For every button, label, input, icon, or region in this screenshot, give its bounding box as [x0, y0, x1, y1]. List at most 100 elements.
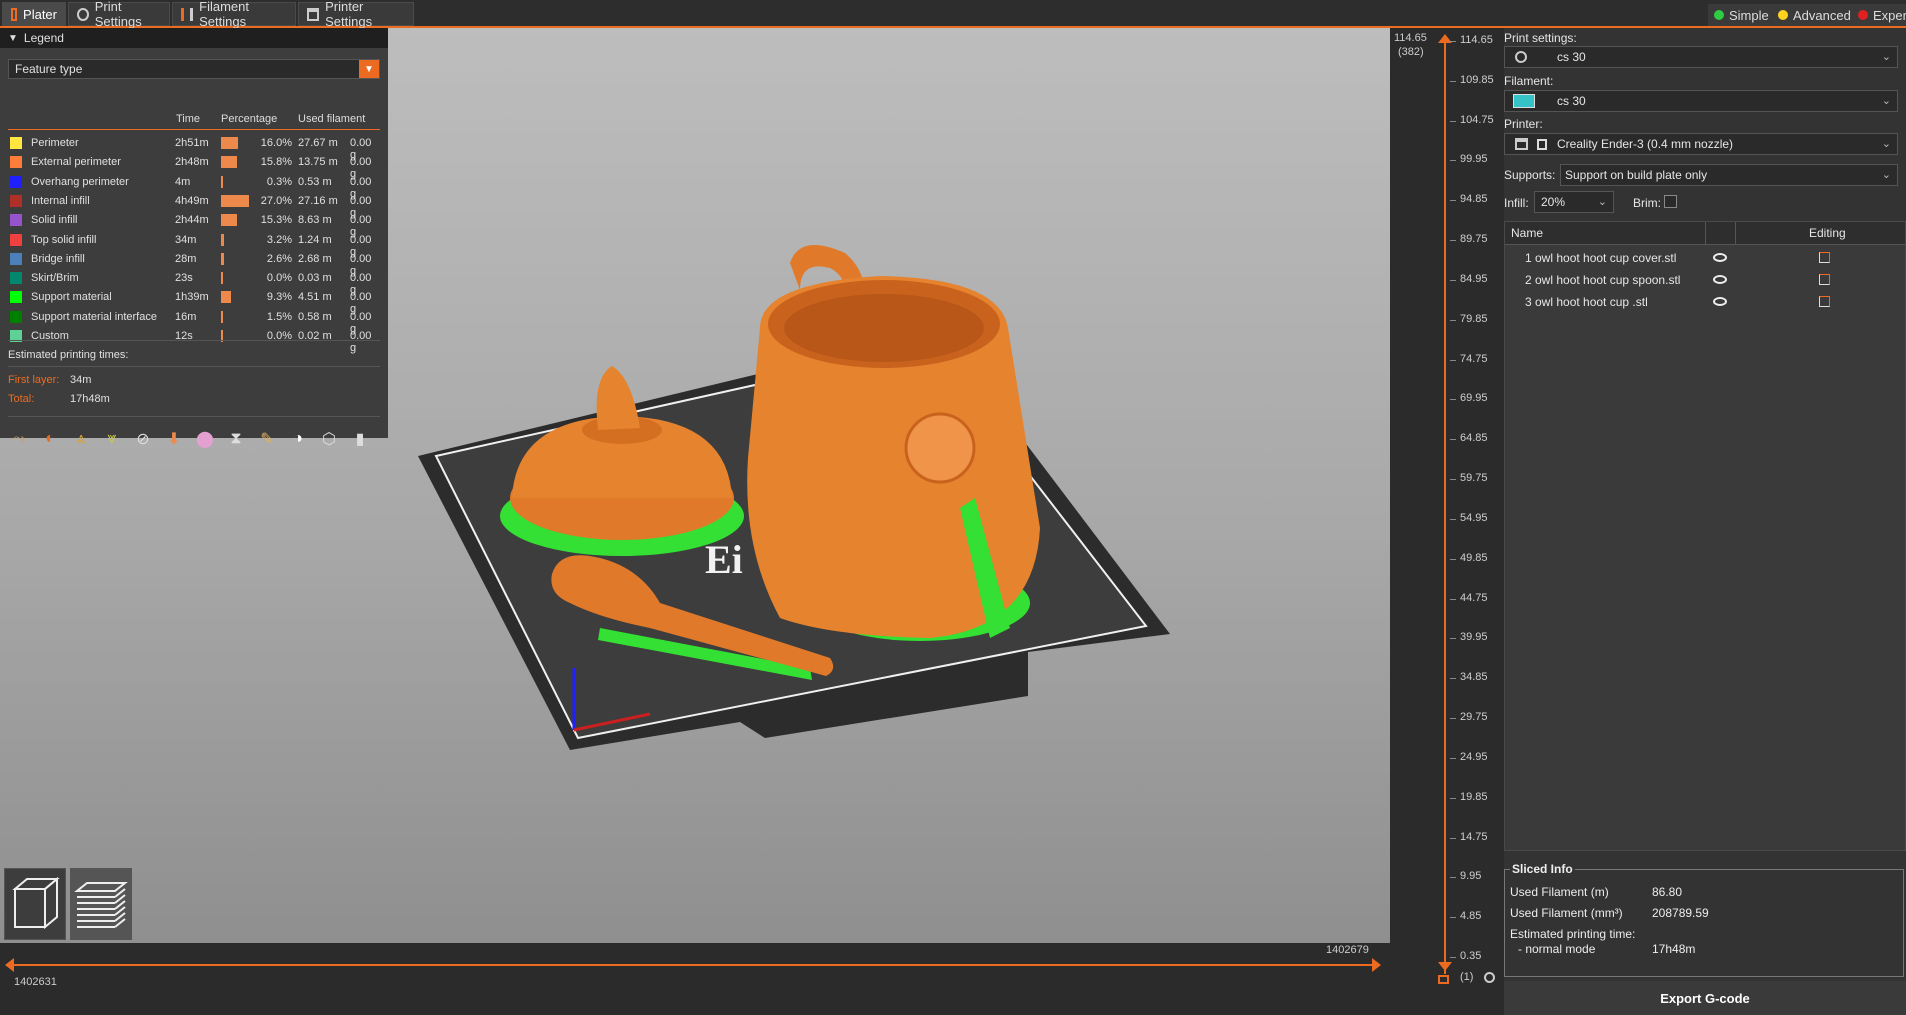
slider-thumb-right[interactable]	[1372, 958, 1381, 972]
legend-row[interactable]: Bridge infill 28m 2.6% 2.68 m 0.00 g	[8, 250, 380, 277]
tick-label: 14.75	[1460, 830, 1488, 843]
custom-gcodes-icon[interactable]: ✎	[256, 428, 278, 450]
tick-mark	[1450, 718, 1456, 720]
color-swatch	[10, 214, 22, 227]
cover-knob	[596, 366, 640, 430]
first-layer-label: First layer:	[8, 374, 60, 386]
printer-value: Creality Ender-3 (0.4 mm nozzle)	[1557, 137, 1734, 151]
top-tab-bar: Plater Print Settings Filament Settings …	[0, 0, 1906, 29]
feature-length: 0.03 m	[298, 272, 332, 285]
legend-row[interactable]: Solid infill 2h44m 15.3% 8.63 m 0.00 g	[8, 211, 380, 238]
slider-top-value: 114.65	[1394, 32, 1427, 44]
feature-time: 4m	[175, 175, 191, 188]
slider-track[interactable]	[10, 964, 1376, 966]
tab-label: Plater	[23, 6, 57, 22]
legend-row[interactable]: Internal infill 4h49m 27.0% 27.16 m 0.00 g	[8, 192, 380, 219]
deretractions-icon[interactable]: ⩔	[101, 428, 123, 450]
percentage-bar	[221, 291, 231, 304]
retractions-icon[interactable]: ⩓	[70, 428, 92, 450]
edit-icon[interactable]	[1819, 274, 1830, 285]
column-divider	[1705, 222, 1706, 244]
mode-expert[interactable]: Exper	[1852, 4, 1906, 26]
print-settings-select[interactable]: cs 30 ⌄	[1504, 46, 1898, 68]
mode-advanced[interactable]: Advanced	[1772, 4, 1857, 26]
col-header-editing: Editing	[1809, 226, 1846, 240]
tick-mark	[1450, 917, 1456, 919]
status-dot-icon	[1858, 10, 1868, 20]
printer-icon	[307, 7, 320, 21]
supports-select[interactable]: Support on build plate only ⌄	[1560, 164, 1898, 186]
gear-icon	[77, 7, 89, 21]
infill-select[interactable]: 20% ⌄	[1534, 191, 1614, 213]
wipe-icon[interactable]: ◐	[39, 428, 61, 450]
export-gcode-button[interactable]: Export G-code	[1504, 981, 1906, 1015]
tick-label: 74.75	[1460, 352, 1488, 365]
feature-length: 0.53 m	[298, 175, 332, 188]
feature-percentage: 3.2%	[266, 233, 292, 246]
legend-row[interactable]: External perimeter 2h48m 15.8% 13.75 m 0.00 …	[8, 153, 380, 180]
horizontal-move-slider: 1402679 1402631	[0, 943, 1390, 993]
tool-changes-icon[interactable]: ⬇	[163, 428, 185, 450]
col-header-percentage: Percentage	[221, 113, 278, 125]
view-type-combo[interactable]: Feature type ▼	[8, 59, 380, 79]
pause-prints-icon[interactable]: ⧗	[225, 428, 247, 450]
tick-mark	[1450, 359, 1456, 361]
center-of-gravity-icon[interactable]: ◑	[287, 428, 309, 450]
shells-icon[interactable]: ⬡	[318, 428, 340, 450]
tab-printer-settings[interactable]: Printer Settings	[298, 0, 414, 29]
legend-title: Legend	[23, 31, 64, 45]
legend-row[interactable]: Custom 12s 0.0% 0.02 m 0.00 g	[8, 327, 380, 354]
object-row[interactable]: 3 owl hoot hoot cup .stl	[1505, 292, 1905, 314]
legend-row[interactable]: Support material interface 16m 1.5% 0.58 m0…	[8, 308, 380, 335]
object-row[interactable]: 2 owl hoot hoot cup spoon.stl	[1505, 270, 1905, 292]
feature-length: 13.75 m	[298, 156, 338, 169]
legend-row[interactable]: Perimeter 2h51m 16.0% 27.67 m 0.00 g	[8, 134, 380, 161]
preview-layers-button[interactable]	[70, 868, 132, 940]
edit-icon[interactable]	[1819, 252, 1830, 263]
tab-label: Printer Settings	[325, 0, 373, 29]
legend-row[interactable]: Skirt/Brim 23s 0.0% 0.03 m 0.00 g	[8, 269, 380, 296]
column-divider	[1735, 222, 1736, 244]
legend-row[interactable]: Overhang perimeter 4m 0.3% 0.53 m 0.00 g	[8, 173, 380, 200]
lock-icon[interactable]	[1438, 975, 1449, 984]
brim-checkbox[interactable]	[1664, 195, 1677, 208]
mode-label: Advanced	[1793, 7, 1851, 23]
feature-length: 8.63 m	[298, 214, 332, 227]
eye-icon[interactable]	[1713, 297, 1727, 306]
eye-icon[interactable]	[1713, 253, 1727, 262]
chevron-down-icon: ⌄	[1881, 95, 1891, 107]
edit-icon[interactable]	[1819, 296, 1830, 307]
slider-thumb-left[interactable]	[5, 958, 14, 972]
tab-plater[interactable]: Plater	[2, 2, 66, 26]
tool-marker-icon[interactable]: ▮	[349, 428, 371, 450]
printer-select[interactable]: Creality Ender-3 (0.4 mm nozzle) ⌄	[1504, 133, 1898, 155]
color-swatch	[10, 310, 22, 323]
slider-track[interactable]	[1444, 38, 1446, 974]
legend-header[interactable]: ▼ Legend	[0, 28, 388, 48]
owl-eye	[904, 412, 976, 484]
cup-inside	[784, 294, 984, 362]
feature-time: 28m	[175, 252, 197, 265]
slider-thumb-bottom[interactable]	[1438, 962, 1452, 971]
legend-row[interactable]: Support material 1h39m 9.3% 4.51 m 0.00 g	[8, 288, 380, 315]
collapse-triangle-icon: ▼	[8, 32, 18, 44]
feature-time: 2h48m	[175, 156, 209, 169]
tick-label: 59.75	[1460, 472, 1488, 485]
seams-icon[interactable]: ⊘	[132, 428, 154, 450]
object-row[interactable]: 1 owl hoot hoot cup cover.stl	[1505, 248, 1905, 270]
legend-row[interactable]: Top solid infill 34m 3.2% 1.24 m 0.00 g	[8, 231, 380, 258]
mode-simple[interactable]: Simple	[1708, 4, 1775, 26]
3d-view-button[interactable]	[4, 868, 66, 940]
tab-filament-settings[interactable]: Filament Settings	[172, 0, 296, 29]
gear-icon[interactable]	[1484, 972, 1495, 983]
travel-icon[interactable]: ⤳	[8, 428, 30, 450]
feature-length: 27.16 m	[298, 194, 338, 207]
tab-print-settings[interactable]: Print Settings	[68, 0, 170, 29]
color-changes-icon[interactable]: ⬤	[194, 428, 216, 450]
col-header-name: Name	[1511, 226, 1544, 240]
filament-select[interactable]: cs 30 ⌄	[1504, 90, 1898, 112]
eye-icon[interactable]	[1713, 275, 1727, 284]
mode-label: Simple	[1729, 7, 1769, 23]
used-filament-m-value: 86.80	[1652, 885, 1683, 899]
status-dot-icon	[1714, 10, 1724, 20]
